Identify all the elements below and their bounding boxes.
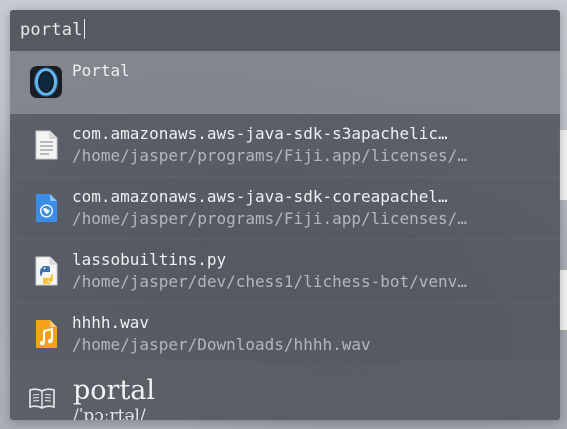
search-query: portal: [20, 20, 83, 40]
result-title: Portal: [72, 61, 130, 80]
dictionary-pronunciation: /ˈpɔːrtəl/: [73, 406, 146, 420]
result-path: /home/jasper/programs/Fiji.app/licenses/…: [72, 209, 467, 228]
results-list: Portal com.amazonaws.aws-java-sdk-s3apac…: [10, 51, 560, 366]
book-icon: [29, 388, 55, 409]
result-item-file[interactable]: lassobuiltins.py /home/jasper/dev/chess1…: [10, 240, 560, 303]
portal-app-icon: [30, 66, 62, 98]
search-input[interactable]: portal: [20, 18, 85, 42]
dictionary-word: portal: [73, 375, 156, 406]
result-path: /home/jasper/Downloads/hhhh.wav: [72, 335, 371, 354]
result-item-file[interactable]: com.amazonaws.aws-java-sdk-s3apachelic… …: [10, 114, 560, 177]
result-item-file[interactable]: hhhh.wav /home/jasper/Downloads/hhhh.wav: [10, 303, 560, 366]
result-title: lassobuiltins.py: [72, 250, 227, 269]
launcher-window: portal Portal com.amazonaws.aws-java-sdk…: [10, 10, 560, 420]
audio-file-icon: [36, 320, 57, 348]
background-window-edge: [559, 130, 567, 200]
result-title: com.amazonaws.aws-java-sdk-coreapachel…: [72, 187, 448, 206]
result-item-portal[interactable]: Portal: [10, 51, 560, 114]
background-window-edge: [559, 270, 567, 330]
html-document-icon: [36, 194, 57, 222]
result-path: /home/jasper/dev/chess1/lichess-bot/venv…: [72, 272, 467, 291]
python-file-icon: [35, 256, 58, 286]
result-item-file[interactable]: com.amazonaws.aws-java-sdk-coreapachel… …: [10, 177, 560, 240]
result-path: /home/jasper/programs/Fiji.app/licenses/…: [72, 146, 467, 165]
search-bar[interactable]: portal: [10, 10, 560, 51]
result-title: com.amazonaws.aws-java-sdk-s3apachelic…: [72, 124, 448, 143]
text-caret: [83, 19, 85, 39]
dictionary-result[interactable]: portal /ˈpɔːrtəl/: [10, 361, 560, 420]
result-title: hhhh.wav: [72, 313, 150, 332]
text-document-icon: [35, 130, 58, 160]
